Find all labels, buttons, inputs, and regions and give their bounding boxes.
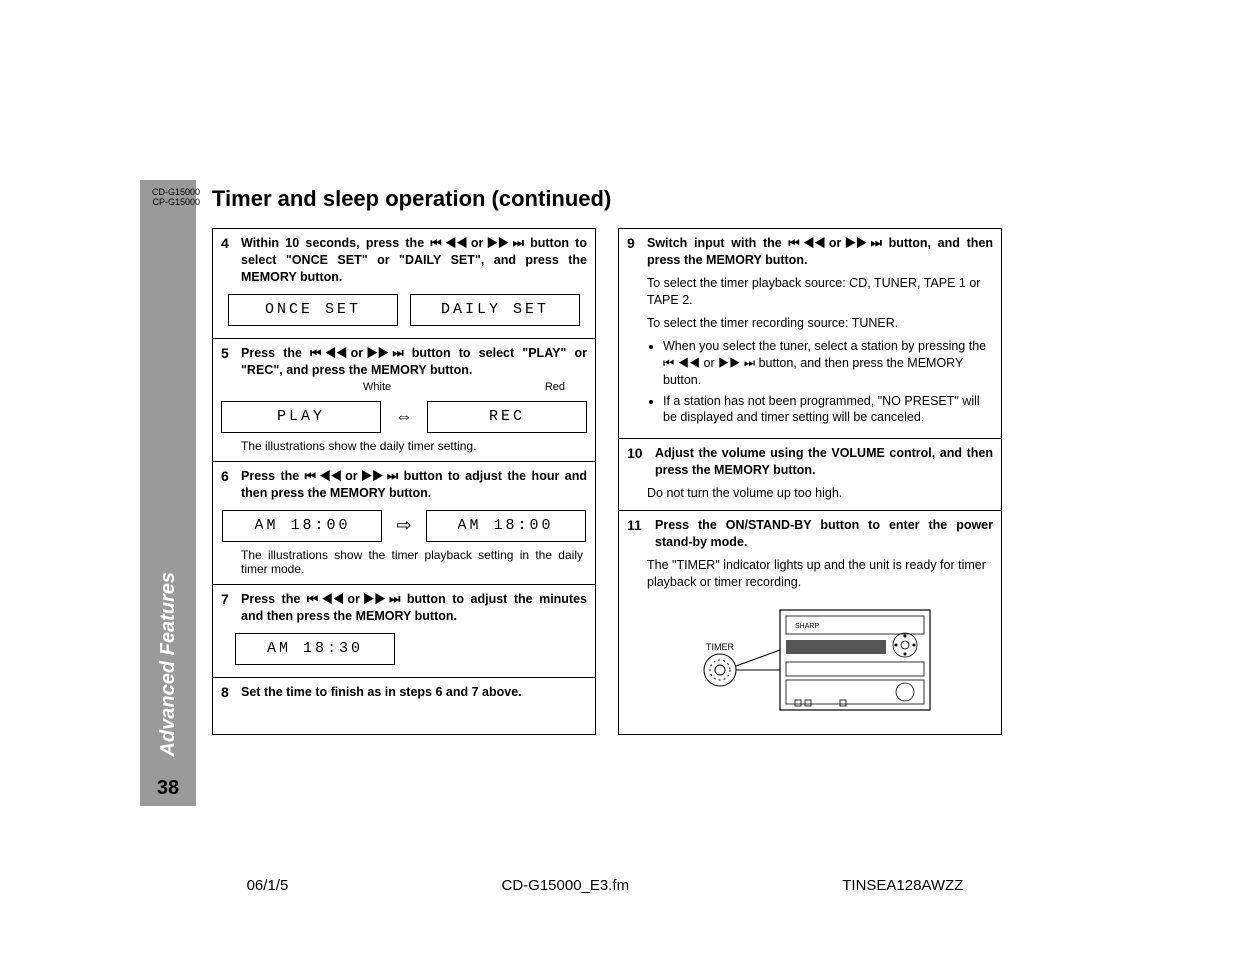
lcd-display: PLAY (221, 401, 381, 433)
text-frag: Within 10 seconds, press the (241, 236, 430, 250)
text-frag: Press the (241, 592, 307, 606)
lcd-row: AM 18:30 (235, 633, 587, 665)
text-frag: Adjust the volume using the VOLUME contr… (655, 446, 993, 477)
page-title: Timer and sleep operation (continued) (212, 186, 611, 212)
skip-buttons-icon: ⏮ ◀◀ or ▶▶ ⏭ (307, 591, 401, 608)
step-text: Press the ⏮ ◀◀ or ▶▶ ⏭ button to select … (241, 345, 587, 379)
model-line: CP-G15000 (140, 198, 200, 208)
step-number: 9 (627, 235, 641, 269)
lcd-display: AM 18:00 (222, 510, 382, 542)
lcd-row: ONCE SET DAILY SET (221, 294, 587, 326)
step-number: 4 (221, 235, 235, 286)
content-columns: 4 Within 10 seconds, press the ⏮ ◀◀ or ▶… (212, 228, 1002, 735)
model-codes: CD-G15000 CP-G15000 (140, 188, 200, 208)
step-number: 10 (627, 445, 649, 479)
text-frag: Press the (241, 346, 310, 360)
paragraph: To select the timer recording source: TU… (647, 315, 993, 332)
timer-label: TIMER (706, 642, 734, 652)
section-label: Advanced Features (157, 322, 180, 777)
step-text: Press the ⏮ ◀◀ or ▶▶ ⏭ button to adjust … (241, 591, 587, 625)
step-number: 8 (221, 684, 235, 701)
skip-buttons-icon: ⏮ ◀◀ or ▶▶ ⏭ (788, 235, 882, 252)
step-number: 5 (221, 345, 235, 379)
text-frag: Set the time to finish as in steps 6 and… (241, 685, 522, 699)
footer-code: TINSEA128AWZZ (842, 877, 963, 894)
step-text: Within 10 seconds, press the ⏮ ◀◀ or ▶▶ … (241, 235, 587, 286)
lcd-row: AM 18:00 ⇨ AM 18:00 (221, 510, 587, 542)
skip-buttons-icon: ⏮ ◀◀ or ▶▶ ⏭ (663, 355, 755, 372)
bullet-list: When you select the tuner, select a stat… (647, 338, 993, 427)
step-4: 4 Within 10 seconds, press the ⏮ ◀◀ or ▶… (213, 229, 595, 338)
paragraph: Do not turn the volume up too high. (647, 485, 993, 502)
step-number: 6 (221, 468, 235, 502)
paragraph: The "TIMER" indicator lights up and the … (647, 557, 993, 591)
step-text: Press the ⏮ ◀◀ or ▶▶ ⏭ button to adjust … (241, 468, 587, 502)
lcd-display: ONCE SET (228, 294, 398, 326)
step-11: 11 Press the ON/STAND-BY button to enter… (619, 510, 1001, 735)
step-text: Switch input with the ⏮ ◀◀ or ▶▶ ⏭ butto… (647, 235, 993, 269)
label-white: White (363, 381, 391, 393)
step-text: Set the time to finish as in steps 6 and… (241, 684, 587, 701)
step-7: 7 Press the ⏮ ◀◀ or ▶▶ ⏭ button to adjus… (213, 584, 595, 677)
lcd-display: REC (427, 401, 587, 433)
right-arrow-icon: ⇨ (394, 515, 413, 536)
footer-date: 06/1/5 (247, 877, 289, 894)
bidirectional-arrow-icon: ⇔ (393, 406, 415, 427)
lcd-display: DAILY SET (410, 294, 580, 326)
left-column: 4 Within 10 seconds, press the ⏮ ◀◀ or ▶… (212, 228, 596, 735)
text-frag: Switch input with the (647, 236, 788, 250)
step-8: 8 Set the time to finish as in steps 6 a… (213, 677, 595, 709)
step-9: 9 Switch input with the ⏮ ◀◀ or ▶▶ ⏭ but… (619, 229, 1001, 438)
right-column: 9 Switch input with the ⏮ ◀◀ or ▶▶ ⏭ but… (618, 228, 1002, 735)
step-text: Adjust the volume using the VOLUME contr… (655, 445, 993, 479)
step-text: Press the ON/STAND-BY button to enter th… (655, 517, 993, 551)
label-red: Red (545, 381, 565, 393)
text-frag: When you select the tuner, select a stat… (663, 339, 986, 353)
footer: 06/1/5 CD-G15000_E3.fm TINSEA128AWZZ (140, 877, 1070, 894)
caption: The illustrations show the daily timer s… (241, 439, 583, 453)
step-6: 6 Press the ⏮ ◀◀ or ▶▶ ⏭ button to adjus… (213, 461, 595, 584)
skip-buttons-icon: ⏮ ◀◀ or ▶▶ ⏭ (430, 235, 524, 252)
step-5: 5 Press the ⏮ ◀◀ or ▶▶ ⏭ button to selec… (213, 338, 595, 461)
page-number: 38 (157, 777, 179, 806)
lcd-display: AM 18:00 (426, 510, 586, 542)
caption: The illustrations show the timer playbac… (241, 548, 583, 576)
lcd-display: AM 18:30 (235, 633, 395, 665)
sidebar: Advanced Features 38 (140, 180, 196, 806)
brand-label: SHARP (795, 623, 819, 630)
paragraph: To select the timer playback source: CD,… (647, 275, 993, 309)
step-10: 10 Adjust the volume using the VOLUME co… (619, 438, 1001, 510)
step-number: 7 (221, 591, 235, 625)
list-item: When you select the tuner, select a stat… (663, 338, 993, 389)
lcd-row: PLAY ⇔ REC (221, 401, 587, 433)
color-labels: White Red (243, 381, 565, 393)
device-illustration: TIMER SHARP (680, 600, 940, 720)
text-frag: Press the ON/STAND-BY button to enter th… (655, 518, 993, 549)
text-frag: Press the (241, 469, 305, 483)
skip-buttons-icon: ⏮ ◀◀ or ▶▶ ⏭ (305, 468, 399, 485)
step-number: 11 (627, 517, 649, 551)
list-item: If a station has not been programmed, "N… (663, 393, 993, 427)
skip-buttons-icon: ⏮ ◀◀ or ▶▶ ⏭ (310, 345, 404, 362)
footer-file: CD-G15000_E3.fm (502, 877, 630, 894)
